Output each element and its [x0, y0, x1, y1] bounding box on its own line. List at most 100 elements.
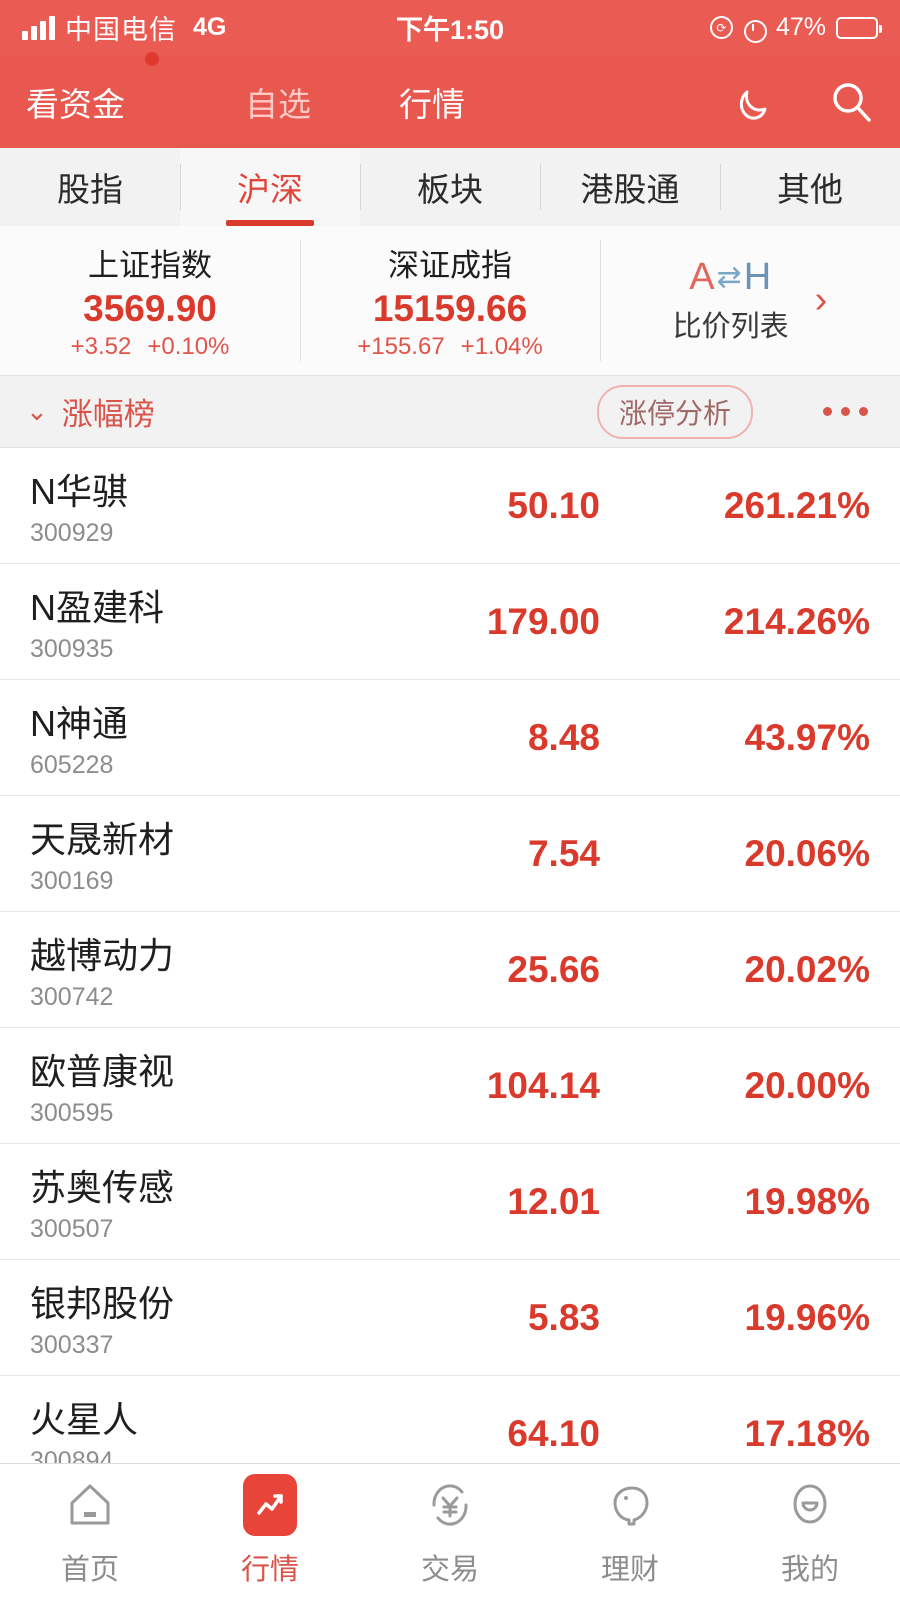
stock-code: 300169	[30, 867, 114, 895]
stock-price: 25.66	[507, 948, 600, 990]
index-card-shenzhen[interactable]: 深证成指 15159.66 +155.67 +1.04%	[300, 226, 600, 375]
table-row[interactable]: N华骐 300929 50.10 261.21%	[0, 448, 900, 564]
index-change-group: +3.52 +0.10%	[71, 333, 230, 361]
quotes-chart-icon	[243, 1474, 297, 1536]
section-title[interactable]: 涨幅榜	[62, 389, 155, 434]
stock-name: 苏奥传感	[30, 1167, 175, 1208]
category-tabbar: 股指 沪深 板块 港股通 其他	[0, 148, 900, 226]
index-change-pct: +1.04%	[460, 333, 543, 360]
header-watchlist-tab[interactable]: 自选	[245, 78, 311, 126]
table-row[interactable]: 银邦股份 300337 5.83 19.96%	[0, 1260, 900, 1376]
index-value: 3569.90	[83, 288, 217, 329]
index-summary-row: 上证指数 3569.90 +3.52 +0.10% 深证成指 15159.66 …	[0, 226, 900, 376]
stock-price: 64.10	[507, 1412, 600, 1454]
stock-change-pct: 17.18%	[744, 1412, 871, 1454]
tab-label: 板块	[417, 171, 483, 208]
tab-label: 股指	[57, 171, 123, 208]
stock-change-pct: 20.00%	[744, 1064, 871, 1106]
ah-logo-arrows: ⇄	[716, 261, 743, 294]
ah-price-comparison-card[interactable]: A ⇄ H 比价列表 ›	[600, 226, 900, 375]
moon-icon[interactable]	[732, 79, 778, 125]
tab-ganggutong[interactable]: 港股通	[540, 148, 720, 226]
stock-change-pct: 20.06%	[744, 832, 871, 874]
ah-logo-a: A	[689, 256, 716, 298]
stock-change-pct: 261.21%	[723, 484, 870, 526]
stock-name: 天晟新材	[30, 819, 175, 860]
tab-bankuai[interactable]: 板块	[360, 148, 540, 226]
tab-label: 港股通	[580, 171, 680, 208]
stock-price: 5.83	[527, 1296, 600, 1338]
ah-logo-h: H	[743, 256, 773, 298]
stock-change-pct: 214.26%	[723, 600, 870, 642]
stock-change-pct: 43.97%	[744, 716, 871, 758]
more-dots-icon[interactable]	[823, 407, 868, 416]
stock-name: N神通	[30, 703, 128, 744]
gainers-section-header: ⌄ 涨幅榜 涨停分析	[0, 376, 900, 448]
index-name: 上证指数	[88, 248, 212, 283]
tab-hushen[interactable]: 沪深	[180, 148, 360, 226]
index-change-abs: +155.67	[357, 333, 445, 360]
stock-identity: N华骐 300929	[30, 463, 360, 548]
stock-name: 欧普康视	[30, 1051, 175, 1092]
stock-code: 300935	[30, 635, 114, 663]
battery-percent-label: 47%	[775, 13, 826, 41]
rotation-lock-icon: ⟳	[709, 16, 733, 39]
home-icon	[62, 1476, 118, 1534]
chevron-down-icon[interactable]: ⌄	[26, 396, 48, 427]
tab-label: 沪深	[237, 171, 303, 208]
alarm-clock-icon	[743, 16, 767, 43]
nav-item-profile[interactable]: 我的	[720, 1476, 900, 1588]
stock-identity: N盈建科 300935	[30, 579, 360, 664]
nav-label: 首页	[60, 1554, 119, 1586]
nav-item-finance[interactable]: 理财	[540, 1476, 720, 1588]
tab-qita[interactable]: 其他	[720, 148, 900, 226]
battery-icon	[836, 16, 882, 39]
stock-price: 179.00	[486, 600, 600, 642]
index-change-pct: +0.10%	[147, 333, 230, 360]
header-quotes-tab[interactable]: 行情	[399, 78, 465, 126]
header-icons	[732, 79, 874, 125]
status-bar-left: 中国电信 4G	[22, 8, 226, 47]
table-row[interactable]: 越博动力 300742 25.66 20.02%	[0, 912, 900, 1028]
table-row[interactable]: 欧普康视 300595 104.14 20.00%	[0, 1028, 900, 1144]
header-funds-button[interactable]: 看资金	[26, 51, 159, 126]
stock-code: 300742	[30, 983, 114, 1011]
ah-exchange-icon: A ⇄ H	[689, 256, 772, 299]
nav-item-home[interactable]: 首页	[0, 1476, 180, 1588]
nav-label: 行情	[240, 1554, 299, 1586]
profile-icon	[782, 1476, 838, 1534]
ah-card-label: 比价列表	[672, 311, 789, 343]
stock-identity: 苏奥传感 300507	[30, 1159, 360, 1244]
index-value: 15159.66	[372, 288, 528, 329]
nav-label: 交易	[420, 1554, 479, 1586]
stock-name: 银邦股份	[30, 1283, 175, 1324]
search-icon[interactable]	[828, 79, 874, 125]
stock-change-pct: 19.98%	[744, 1180, 871, 1222]
stock-identity: 天晟新材 300169	[30, 811, 360, 896]
table-row[interactable]: 苏奥传感 300507 12.01 19.98%	[0, 1144, 900, 1260]
stock-identity: N神通 605228	[30, 695, 360, 780]
stock-price: 104.14	[486, 1064, 600, 1106]
index-card-shanghai[interactable]: 上证指数 3569.90 +3.52 +0.10%	[0, 226, 300, 375]
nav-item-trade[interactable]: 交易	[360, 1476, 540, 1588]
table-row[interactable]: N盈建科 300935 179.00 214.26%	[0, 564, 900, 680]
table-row[interactable]: N神通 605228 8.48 43.97%	[0, 680, 900, 796]
app-header: 看资金 自选 行情	[0, 51, 900, 148]
stock-code: 300929	[30, 519, 114, 547]
index-change-abs: +3.52	[70, 333, 132, 360]
stock-price: 7.54	[527, 832, 600, 874]
stock-identity: 欧普康视 300595	[30, 1043, 360, 1128]
limit-up-analysis-button[interactable]: 涨停分析	[596, 384, 753, 439]
stock-list: N华骐 300929 50.10 261.21% N盈建科 300935 179…	[0, 448, 900, 1492]
table-row[interactable]: 天晟新材 300169 7.54 20.06%	[0, 796, 900, 912]
stock-code: 300595	[30, 1099, 114, 1127]
chevron-right-icon[interactable]: ›	[815, 279, 828, 322]
nav-item-quotes[interactable]: 行情	[180, 1474, 360, 1588]
stock-price: 8.48	[527, 716, 600, 758]
bottom-navigation-bar: 首页 行情 交易 理财 我的	[0, 1463, 900, 1600]
ah-card-inner: A ⇄ H 比价列表	[673, 256, 789, 345]
index-change-group: +155.67 +1.04%	[357, 333, 543, 361]
stock-code: 300507	[30, 1215, 114, 1243]
tab-guzhi[interactable]: 股指	[0, 148, 180, 226]
stock-name: 越博动力	[30, 935, 175, 976]
